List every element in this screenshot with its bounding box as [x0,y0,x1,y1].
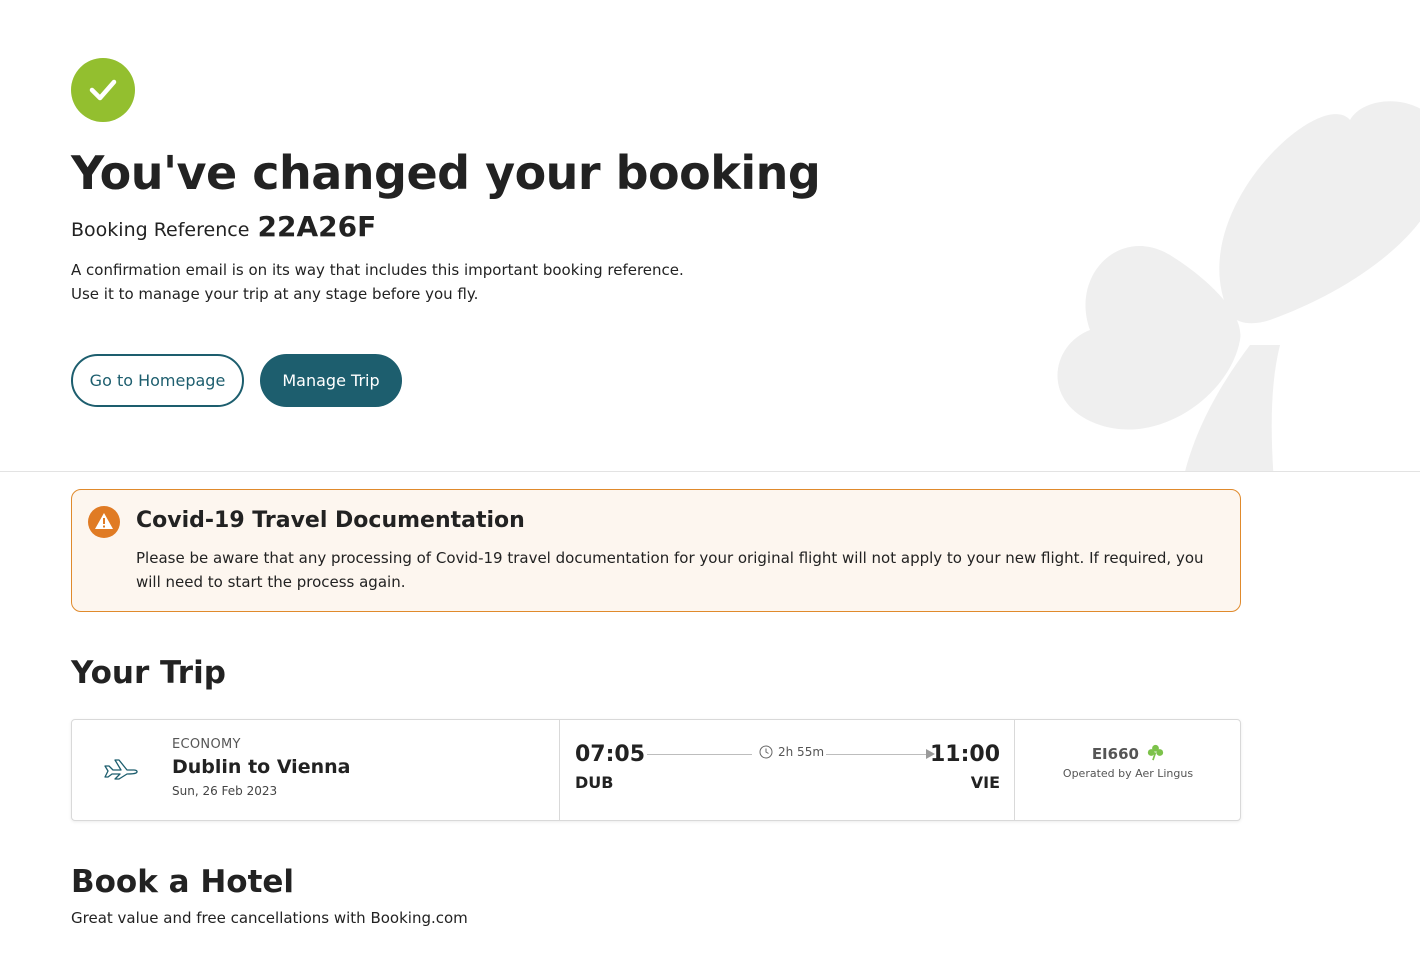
flight-date: Sun, 26 Feb 2023 [172,784,278,798]
confirmation-hero: You've changed your booking Booking Refe… [0,0,1420,472]
booking-reference-label: Booking Reference [71,219,250,241]
success-badge [71,58,135,122]
flight-number: EI660 [1015,744,1241,763]
flight-card: ECONOMY Dublin to Vienna Sun, 26 Feb 202… [71,719,1241,821]
shamrock-icon [1148,744,1164,761]
alert-title: Covid-19 Travel Documentation [136,508,525,533]
departure-airport: DUB [575,773,614,792]
flight-operator: EI660 Operated by Aer Lingus [1014,720,1241,820]
booking-reference-code: 22A26F [257,210,377,243]
manage-trip-button[interactable]: Manage Trip [260,354,402,407]
timeline-right [826,754,930,755]
operated-by: Operated by Aer Lingus [1062,767,1194,780]
departure-time: 07:05 [575,742,646,767]
cabin-class: ECONOMY [172,737,241,752]
duration-text: 2h 55m [778,745,825,759]
flight-summary: ECONOMY Dublin to Vienna Sun, 26 Feb 202… [72,720,559,820]
booking-reference: Booking Reference 22A26F [71,210,376,243]
description-line-1: A confirmation email is on its way that … [71,261,684,279]
book-hotel-heading: Book a Hotel [71,864,295,900]
go-to-homepage-button[interactable]: Go to Homepage [71,354,244,407]
shamrock-watermark [1057,101,1420,471]
flight-route: Dublin to Vienna [172,756,351,778]
flight-duration: 2h 55m [759,745,824,759]
arrival-airport: VIE [970,773,1000,792]
alert-message: Please be aware that any processing of C… [136,549,1204,591]
warning-icon [95,513,113,529]
flight-times: 07:05 DUB 2h 55m 11:00 VIE [559,720,1015,820]
confirmation-description: A confirmation email is on its way that … [71,258,684,306]
hotel-subtitle: Great value and free cancellations with … [71,909,468,927]
plane-icon [104,759,138,780]
flight-number-text: EI660 [1091,745,1139,763]
description-line-2: Use it to manage your trip at any stage … [71,285,479,303]
your-trip-heading: Your Trip [71,655,226,691]
clock-icon [759,745,773,759]
arrival-time: 11:00 [929,742,1000,767]
check-icon [89,79,117,101]
timeline-left [647,754,752,755]
page-title: You've changed your booking [71,146,821,200]
warning-badge [88,506,120,538]
covid-alert: Covid-19 Travel Documentation Please be … [71,489,1241,612]
